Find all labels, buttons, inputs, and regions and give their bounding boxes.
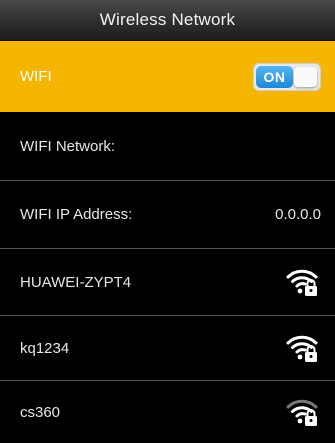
wifi-label: WIFI	[20, 68, 52, 85]
wifi-network-label: WIFI Network:	[20, 137, 116, 155]
wifi-locked-icon	[286, 269, 318, 296]
toggle-knob	[294, 66, 317, 87]
wifi-network-row[interactable]: WIFI Network:	[0, 112, 335, 181]
network-list-item[interactable]: cs360	[0, 381, 335, 443]
wifi-locked-icon	[286, 399, 318, 426]
wifi-ip-address-value: 0.0.0.0	[275, 206, 321, 223]
wifi-toggle-row[interactable]: WIFI ON	[0, 41, 335, 112]
wifi-ip-address-row[interactable]: WIFI IP Address: 0.0.0.0	[0, 181, 335, 249]
wifi-toggle[interactable]: ON	[253, 62, 321, 91]
wireless-network-screen: Wireless Network WIFI ON WIFI Network: W…	[0, 0, 335, 443]
toggle-on-label: ON	[256, 65, 293, 88]
network-ssid: HUAWEI-ZYPT4	[20, 273, 132, 291]
network-ssid: cs360	[20, 403, 61, 421]
title-bar: Wireless Network	[0, 0, 335, 41]
network-list-item[interactable]: kq1234	[0, 316, 335, 381]
wifi-locked-icon	[286, 335, 318, 362]
page-title: Wireless Network	[99, 10, 236, 29]
network-ssid: kq1234	[20, 339, 70, 357]
wifi-ip-address-label: WIFI IP Address:	[20, 206, 133, 223]
network-list-item[interactable]: HUAWEI-ZYPT4	[0, 249, 335, 316]
